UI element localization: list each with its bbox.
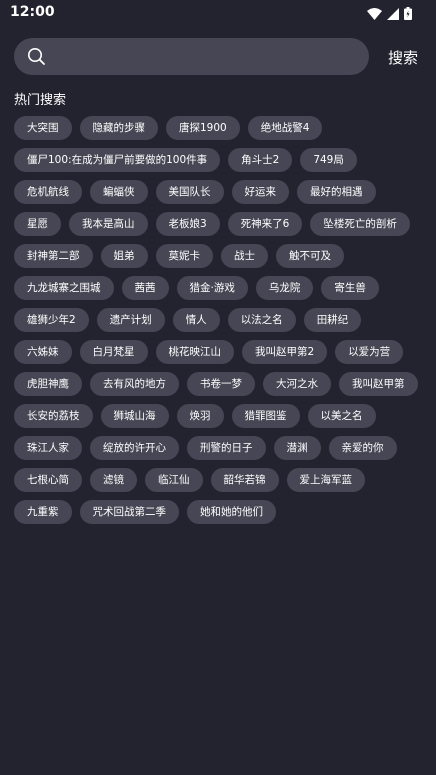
battery-icon bbox=[404, 5, 412, 24]
hot-search-tag[interactable]: 莫妮卡 bbox=[155, 244, 213, 268]
hot-search-tag[interactable]: 大河之水 bbox=[263, 372, 331, 396]
hot-search-tag[interactable]: 封神第二部 bbox=[14, 244, 93, 268]
hot-search-tag[interactable]: 九龙城寨之围城 bbox=[14, 276, 114, 300]
search-box[interactable] bbox=[14, 38, 369, 75]
hot-search-tag[interactable]: 桃花映江山 bbox=[155, 340, 234, 364]
hot-search-tag[interactable]: 以法之名 bbox=[227, 308, 296, 332]
hot-search-tag[interactable]: 星愿 bbox=[14, 212, 61, 236]
hot-search-tag[interactable]: 以美之名 bbox=[307, 404, 376, 428]
hot-search-tag[interactable]: 狮城山海 bbox=[100, 404, 169, 428]
hot-search-tag[interactable]: 长安的荔枝 bbox=[14, 404, 93, 428]
hot-search-tag[interactable]: 猎罪图鉴 bbox=[231, 404, 300, 428]
hot-search-tag[interactable]: 我本是高山 bbox=[69, 212, 148, 236]
hot-search-tag[interactable]: 僵尸100:在成为僵尸前要做的100件事 bbox=[14, 148, 221, 172]
hot-search-tag[interactable]: 焕羽 bbox=[176, 404, 224, 428]
hot-search-tag[interactable]: 好运来 bbox=[231, 180, 289, 204]
hot-search-tag[interactable]: 去有风的地方 bbox=[90, 372, 179, 396]
search-button[interactable]: 搜索 bbox=[388, 47, 418, 68]
hot-search-tag[interactable]: 刑警的日子 bbox=[187, 436, 266, 460]
status-icons bbox=[367, 5, 412, 24]
hot-search-tag[interactable]: 角斗士2 bbox=[228, 148, 293, 172]
hot-search-tag[interactable]: 情人 bbox=[172, 308, 220, 332]
hot-search-tag[interactable]: 触不可及 bbox=[276, 244, 344, 268]
hot-search-tag[interactable]: 猎金·游戏 bbox=[176, 276, 248, 300]
hot-search-tag[interactable]: 战士 bbox=[221, 244, 268, 268]
hot-search-tag[interactable]: 她和她的他们 bbox=[187, 500, 276, 524]
hot-search-tag[interactable]: 寄生兽 bbox=[321, 276, 379, 300]
hot-search-tag[interactable]: 美国队长 bbox=[155, 180, 224, 204]
hot-search-tag[interactable]: 死神来了6 bbox=[227, 212, 303, 236]
cellular-signal-icon bbox=[387, 5, 399, 24]
hot-search-tag[interactable]: 书卷一梦 bbox=[187, 372, 255, 396]
status-time: 12:00 bbox=[10, 4, 55, 20]
search-row: 搜索 bbox=[14, 38, 422, 75]
hot-search-title: 热门搜索 bbox=[14, 93, 67, 108]
hot-search-tag[interactable]: 虎胆神鹰 bbox=[14, 372, 82, 396]
hot-search-tag[interactable]: 白月梵星 bbox=[79, 340, 148, 364]
hot-search-tag[interactable]: 姐弟 bbox=[100, 244, 148, 268]
wifi-icon bbox=[367, 5, 382, 24]
hot-search-tag[interactable]: 我叫赵甲第 bbox=[339, 372, 418, 396]
hot-search-tag[interactable]: 隐藏的步骤 bbox=[79, 116, 158, 140]
hot-search-tag[interactable]: 蝙蝠侠 bbox=[90, 180, 148, 204]
hot-search-tag[interactable]: 749局 bbox=[300, 148, 357, 172]
hot-search-tag[interactable]: 最好的相遇 bbox=[297, 180, 376, 204]
hot-search-tag[interactable]: 咒术回战第二季 bbox=[79, 500, 179, 524]
search-icon bbox=[27, 47, 46, 66]
hot-search-tag[interactable]: 绽放的许开心 bbox=[90, 436, 179, 460]
status-bar: 12:00 bbox=[0, 0, 436, 26]
hot-search-tag[interactable]: 韶华若锦 bbox=[210, 468, 279, 492]
hot-search-tag[interactable]: 滤镜 bbox=[90, 468, 137, 492]
hot-search-tags: 大突围 隐藏的步骤 唐探1900 绝地战警4 僵尸100:在成为僵尸前要做的100件事角… bbox=[14, 116, 424, 524]
hot-search-tag[interactable]: 遗产计划 bbox=[96, 308, 165, 332]
hot-search-tag[interactable]: 田耕纪 bbox=[303, 308, 362, 332]
hot-search-tag[interactable]: 以爱为营 bbox=[335, 340, 404, 364]
hot-search-tag[interactable]: 乌龙院 bbox=[255, 276, 314, 300]
hot-search-tag[interactable]: 茜茜 bbox=[121, 276, 169, 300]
hot-search-tag[interactable]: 绝地战警4 bbox=[247, 116, 323, 140]
hot-search-tag[interactable]: 雄狮少年2 bbox=[14, 308, 89, 332]
hot-search-tag[interactable]: 坠楼死亡的剖析 bbox=[310, 212, 410, 236]
hot-search-tag[interactable]: 唐探1900 bbox=[166, 116, 240, 140]
hot-search-tag[interactable]: 珠江人家 bbox=[14, 436, 82, 460]
hot-search-tag[interactable]: 九重紫 bbox=[14, 500, 72, 524]
hot-search-tag[interactable]: 老板娘3 bbox=[155, 212, 220, 236]
hot-search-tag[interactable]: 七根心简 bbox=[14, 468, 82, 492]
hot-search-tag[interactable]: 危机航线 bbox=[14, 180, 82, 204]
hot-search-tag[interactable]: 六姊妹 bbox=[14, 340, 72, 364]
hot-search-tag[interactable]: 潜渊 bbox=[273, 436, 321, 460]
hot-search-tag[interactable]: 临江仙 bbox=[145, 468, 203, 492]
search-input[interactable] bbox=[58, 42, 362, 73]
hot-search-tag[interactable]: 亲爱的你 bbox=[328, 436, 397, 460]
hot-search-tag[interactable]: 大突围 bbox=[14, 116, 72, 140]
hot-search-tag[interactable]: 我叫赵甲第2 bbox=[242, 340, 328, 364]
hot-search-tag[interactable]: 爱上海军蓝 bbox=[286, 468, 365, 492]
